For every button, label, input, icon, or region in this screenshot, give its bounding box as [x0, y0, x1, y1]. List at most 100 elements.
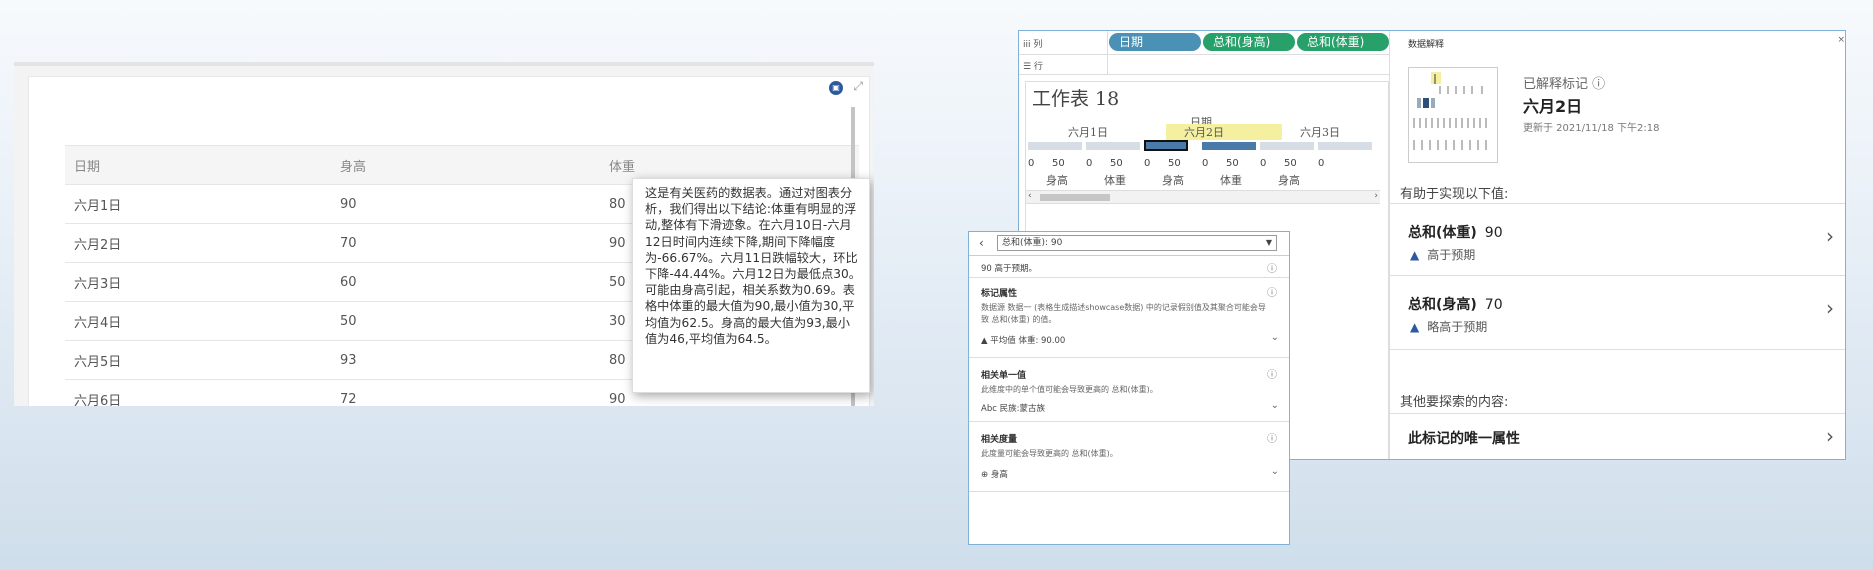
axis-tick: 50: [1110, 158, 1123, 169]
explain-panel-title: 数据解释: [1408, 40, 1445, 50]
bar-mark-selected[interactable]: [1144, 140, 1188, 151]
rows-shelf: ☰ 行: [1019, 55, 1389, 75]
chevron-down-icon[interactable]: ⌄: [1271, 400, 1279, 411]
bar-marks-row: [1026, 140, 1390, 152]
card-divider: [1390, 349, 1845, 379]
card-title: 总和(身高) 70: [1408, 294, 1503, 314]
card-value: 70: [1484, 297, 1503, 313]
chevron-right-icon[interactable]: ›: [1826, 224, 1834, 248]
triangle-up-icon: ▲: [1410, 320, 1420, 334]
axis-tick: 0: [1144, 158, 1151, 169]
measure-select-value: 总和(体重): 90: [1002, 238, 1063, 248]
higher-than-expected-row: 90 高于预期。 ⓘ: [969, 256, 1289, 278]
scroll-thumb[interactable]: [1040, 194, 1110, 201]
cell-date: 六月3日: [65, 262, 331, 302]
updated-timestamp: 更新于 2021/11/18 下午2:18: [1523, 123, 1660, 134]
back-icon[interactable]: ‹: [979, 236, 984, 250]
bar-mark[interactable]: [1086, 142, 1140, 150]
bar-mark[interactable]: [1028, 142, 1082, 150]
axis-tick: 0: [1028, 158, 1035, 169]
horizontal-scrollbar[interactable]: ‹ ›: [1026, 190, 1380, 204]
card-title: 总和(体重) 90: [1408, 222, 1503, 242]
close-icon[interactable]: ×: [1837, 35, 1845, 45]
axis-tick: 0: [1086, 158, 1093, 169]
section-mark-attributes: 标记属性 ⓘ 数据源 数据一 (表格生成描述showcase数据) 中的记录假别…: [969, 278, 1289, 358]
unique-attributes-title: 此标记的唯一属性: [1408, 431, 1520, 447]
explain-card-weight[interactable]: 总和(体重) 90 ▲ 高于预期 ›: [1390, 203, 1845, 275]
cell-date: 六月2日: [65, 223, 331, 263]
comment-icon[interactable]: ▣: [829, 81, 843, 95]
cell-height: 93: [331, 340, 600, 380]
cell-height: 90: [331, 184, 600, 224]
day-header[interactable]: 六月3日: [1300, 124, 1340, 139]
axis-tick: 0: [1202, 158, 1209, 169]
table-panel: ▣ ⤢ 日期 身高 体重 六月1日 90 80 六月2日 70 90 六月3日 …: [14, 62, 874, 406]
section-related-measure: 相关度量 ⓘ 此度量可能会导致更高的 总和(体重)。 ⊕ 身高 ⌄: [969, 422, 1289, 492]
bar-mark[interactable]: [1260, 142, 1314, 150]
unique-attributes-card[interactable]: 此标记的唯一属性 ›: [1390, 413, 1845, 459]
chevron-right-icon[interactable]: ›: [1826, 424, 1834, 448]
shelf-divider: [1107, 55, 1108, 74]
helps-heading: 有助于实现以下值:: [1400, 187, 1509, 202]
info-icon[interactable]: ⓘ: [1267, 366, 1277, 381]
cell-height: 50: [331, 301, 600, 341]
card-sub-text: 高于预期: [1427, 248, 1476, 262]
card-subtitle: ▲ 高于预期: [1410, 246, 1475, 263]
cell-date: 六月1日: [65, 184, 331, 224]
axis-tick: 50: [1052, 158, 1065, 169]
header-height[interactable]: 身高: [331, 145, 600, 185]
rows-shelf-label: ☰ 行: [1023, 62, 1043, 72]
section-item[interactable]: ⊕ 身高: [981, 468, 1008, 480]
bar-mark[interactable]: [1202, 142, 1256, 150]
axis-name: 身高: [1278, 174, 1300, 187]
section-item[interactable]: ▲ 平均值 体重: 90.00: [981, 334, 1065, 346]
chevron-down-icon[interactable]: ⌄: [1271, 332, 1279, 343]
axis-tick: 50: [1284, 158, 1297, 169]
section-title: 相关单一值: [981, 371, 1027, 381]
pill-date[interactable]: 日期: [1109, 33, 1201, 51]
section-item[interactable]: Abc 民族:蒙古族: [981, 402, 1045, 414]
columns-shelf: iii 列 日期 总和(身高) 总和(体重): [1019, 31, 1389, 55]
caret-down-icon: ▼: [1265, 238, 1272, 247]
measure-select[interactable]: 总和(体重): 90 ▼: [997, 235, 1277, 251]
section-description: 此度量可能会导致更高的 总和(体重)。: [981, 449, 1118, 458]
worksheet-title: 工作表 18: [1032, 88, 1120, 110]
pill-sum-weight[interactable]: 总和(体重): [1297, 33, 1389, 51]
explained-mark-date: 六月2日: [1523, 97, 1583, 116]
chevron-down-icon[interactable]: ⌄: [1271, 466, 1279, 477]
other-explore-heading: 其他要探索的内容:: [1400, 395, 1509, 410]
card-measure: 总和(体重): [1408, 225, 1477, 241]
axis-name: 身高: [1046, 174, 1068, 187]
info-icon[interactable]: ⓘ: [1267, 430, 1277, 445]
header-date[interactable]: 日期: [65, 145, 331, 185]
scroll-right-icon[interactable]: ›: [1374, 191, 1378, 201]
day-header-selected[interactable]: 六月2日: [1184, 124, 1224, 139]
card-value: 90: [1484, 225, 1503, 241]
higher-than-expected-text: 90 高于预期。: [981, 264, 1038, 274]
info-icon[interactable]: ⓘ: [1267, 284, 1277, 299]
section-related-value: 相关单一值 ⓘ 此维度中的单个值可能会导致更高的 总和(体重)。 Abc 民族:…: [969, 358, 1289, 422]
cell-height: 72: [331, 379, 600, 406]
explained-mark-label: 已解释标记 ⓘ: [1523, 77, 1606, 92]
info-icon[interactable]: ⓘ: [1267, 260, 1277, 275]
cell-date: 六月5日: [65, 340, 331, 380]
section-title: 相关度量: [981, 435, 1018, 445]
shelf-divider: [1107, 31, 1108, 54]
section-description: 此维度中的单个值可能会导致更高的 总和(体重)。: [981, 385, 1158, 394]
chevron-right-icon[interactable]: ›: [1826, 296, 1834, 320]
card-subtitle: ▲ 略高于预期: [1410, 318, 1487, 335]
triangle-up-icon: ▲: [1410, 248, 1420, 262]
scroll-left-icon[interactable]: ‹: [1028, 191, 1032, 201]
axis-name: 体重: [1220, 174, 1242, 187]
cell-date: 六月4日: [65, 301, 331, 341]
day-header[interactable]: 六月1日: [1068, 124, 1108, 139]
explain-card-height[interactable]: 总和(身高) 70 ▲ 略高于预期 ›: [1390, 275, 1845, 349]
card-measure: 总和(身高): [1408, 297, 1477, 313]
axis-tick: 0: [1260, 158, 1267, 169]
bar-mark[interactable]: [1318, 142, 1372, 150]
card-sub-text: 略高于预期: [1427, 320, 1488, 334]
analysis-tooltip: 这是有关医药的数据表。通过对图表分析，我们得出以下结论:体重有明显的浮动,整体有…: [632, 178, 870, 393]
pill-sum-height[interactable]: 总和(身高): [1203, 33, 1295, 51]
expand-icon[interactable]: ⤢: [853, 79, 863, 94]
axis-tick: 50: [1168, 158, 1181, 169]
